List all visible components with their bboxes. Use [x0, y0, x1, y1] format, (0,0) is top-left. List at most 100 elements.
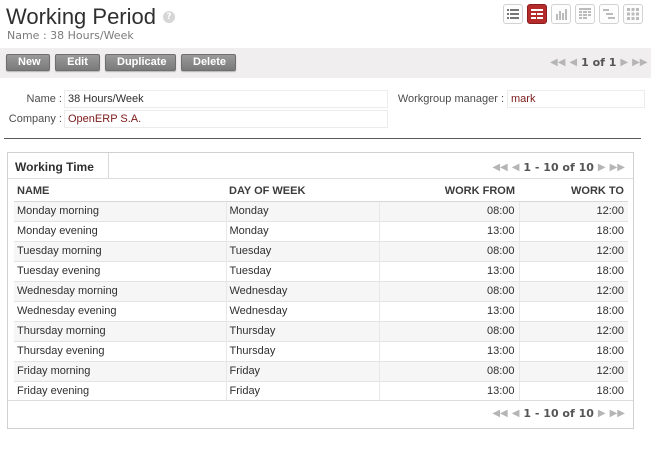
cell-day-of-week: Tuesday [226, 260, 380, 281]
company-field[interactable]: OpenERP S.A. [64, 110, 388, 128]
cell-name: Tuesday evening [14, 260, 227, 281]
first-page-icon[interactable]: ◀◀ [492, 408, 507, 419]
first-page-icon[interactable]: ◀◀ [492, 162, 507, 173]
workgroup-manager-label: Workgroup manager : [397, 93, 504, 105]
cell-work-to: 12:00 [519, 320, 628, 341]
cell-work-from: 08:00 [379, 200, 520, 221]
table-row[interactable]: Tuesday evening Tuesday 13:00 18:00 [14, 260, 628, 281]
name-label: Name : [26, 93, 62, 105]
cell-name: Wednesday evening [14, 300, 227, 321]
cell-work-from: 13:00 [379, 300, 520, 321]
cell-work-from: 13:00 [379, 220, 520, 241]
cell-day-of-week: Tuesday [226, 240, 380, 261]
company-label: Company : [8, 113, 62, 125]
first-page-icon[interactable]: ◀◀ [550, 57, 565, 68]
table-row[interactable]: Thursday morning Thursday 08:00 12:00 [14, 320, 628, 341]
cell-work-from: 08:00 [379, 240, 520, 261]
gantt-view-icon[interactable] [599, 4, 619, 24]
record-pager: ◀◀ ◀ 1 of 1 ▶ ▶▶ [550, 56, 648, 69]
cell-work-from: 13:00 [379, 260, 520, 281]
delete-button[interactable]: Delete [181, 54, 236, 71]
panel-header-divider [8, 178, 633, 179]
title-row: Working Period ? [6, 4, 175, 30]
cell-work-to: 18:00 [519, 340, 628, 361]
table-row[interactable]: Monday morning Monday 08:00 12:00 [14, 200, 628, 221]
cell-work-to: 18:00 [519, 220, 628, 241]
previous-page-icon[interactable]: ◀ [512, 162, 520, 173]
list-view-icon[interactable] [503, 4, 523, 24]
cell-work-from: 13:00 [379, 340, 520, 361]
last-page-icon[interactable]: ▶▶ [632, 57, 647, 68]
cell-work-from: 13:00 [379, 380, 520, 401]
cell-day-of-week: Friday [226, 360, 380, 381]
column-header-work-to[interactable]: WORK TO [519, 181, 628, 202]
table-row[interactable]: Thursday evening Thursday 13:00 18:00 [14, 340, 628, 361]
cell-work-from: 08:00 [379, 360, 520, 381]
cell-name: Tuesday morning [14, 240, 227, 261]
view-switcher [503, 4, 643, 24]
cell-work-from: 08:00 [379, 280, 520, 301]
cell-name: Monday morning [14, 200, 227, 221]
cell-name: Monday evening [14, 220, 227, 241]
working-time-table: NAME DAY OF WEEK WORK FROM WORK TO Monda… [14, 181, 628, 401]
breadcrumb: Name : 38 Hours/Week [7, 29, 134, 42]
working-time-panel: Working Time ◀◀ ◀ 1 - 10 of 10 ▶ ▶▶ NAME… [7, 152, 634, 429]
diagram-view-icon[interactable] [623, 4, 643, 24]
column-header-day-of-week[interactable]: DAY OF WEEK [226, 181, 379, 202]
working-time-footer-pager: ◀◀ ◀ 1 - 10 of 10 ▶ ▶▶ [492, 407, 625, 420]
cell-work-to: 12:00 [519, 200, 628, 221]
edit-button[interactable]: Edit [55, 54, 100, 71]
table-row[interactable]: Wednesday morning Wednesday 08:00 12:00 [14, 280, 628, 301]
graph-view-icon[interactable] [551, 4, 571, 24]
table-header-row: NAME DAY OF WEEK WORK FROM WORK TO [14, 181, 628, 202]
cell-name: Friday morning [14, 360, 227, 381]
next-page-icon[interactable]: ▶ [598, 408, 606, 419]
table-row[interactable]: Wednesday evening Wednesday 13:00 18:00 [14, 300, 628, 321]
cell-name: Friday evening [14, 380, 227, 401]
column-header-name[interactable]: NAME [14, 181, 226, 202]
page-title: Working Period [6, 4, 156, 29]
next-page-icon[interactable]: ▶ [598, 162, 606, 173]
cell-day-of-week: Wednesday [226, 280, 380, 301]
next-page-icon[interactable]: ▶ [620, 57, 628, 68]
cell-name: Thursday evening [14, 340, 227, 361]
name-field[interactable]: 38 Hours/Week [64, 90, 388, 108]
section-divider [4, 138, 641, 139]
cell-work-from: 08:00 [379, 320, 520, 341]
cell-work-to: 12:00 [519, 360, 628, 381]
cell-work-to: 18:00 [519, 260, 628, 281]
workgroup-manager-field[interactable]: mark [507, 90, 645, 108]
cell-day-of-week: Friday [226, 380, 380, 401]
previous-page-icon[interactable]: ◀ [512, 408, 520, 419]
table-row[interactable]: Monday evening Monday 13:00 18:00 [14, 220, 628, 241]
question-mark-icon[interactable]: ? [163, 11, 175, 23]
cell-work-to: 18:00 [519, 300, 628, 321]
table-row[interactable]: Tuesday morning Tuesday 08:00 12:00 [14, 240, 628, 261]
cell-work-to: 18:00 [519, 380, 628, 401]
working-time-pager: ◀◀ ◀ 1 - 10 of 10 ▶ ▶▶ [492, 161, 625, 174]
calendar-view-icon[interactable] [575, 4, 595, 24]
cell-name: Thursday morning [14, 320, 227, 341]
cell-name: Wednesday morning [14, 280, 227, 301]
panel-footer-divider [8, 400, 633, 401]
cell-day-of-week: Thursday [226, 320, 380, 341]
working-time-footer-pager-text: 1 - 10 of 10 [523, 407, 594, 420]
last-page-icon[interactable]: ▶▶ [610, 162, 625, 173]
cell-work-to: 12:00 [519, 240, 628, 261]
page-header: Working Period ? Name : 38 Hours/Week [0, 0, 651, 48]
cell-day-of-week: Wednesday [226, 300, 380, 321]
record-pager-text: 1 of 1 [581, 56, 617, 69]
column-header-work-from[interactable]: WORK FROM [379, 181, 519, 202]
table-row[interactable]: Friday morning Friday 08:00 12:00 [14, 360, 628, 381]
previous-page-icon[interactable]: ◀ [569, 57, 577, 68]
cell-work-to: 12:00 [519, 280, 628, 301]
table-row[interactable]: Friday evening Friday 13:00 18:00 [14, 380, 628, 401]
form-view-icon[interactable] [527, 4, 547, 24]
working-time-pager-text: 1 - 10 of 10 [523, 161, 594, 174]
new-button[interactable]: New [6, 54, 50, 71]
tab-working-time[interactable]: Working Time [8, 153, 109, 178]
duplicate-button[interactable]: Duplicate [105, 54, 176, 71]
last-page-icon[interactable]: ▶▶ [610, 408, 625, 419]
cell-day-of-week: Monday [226, 220, 380, 241]
action-toolbar: New Edit Duplicate Delete ◀◀ ◀ 1 of 1 ▶ … [0, 48, 651, 78]
